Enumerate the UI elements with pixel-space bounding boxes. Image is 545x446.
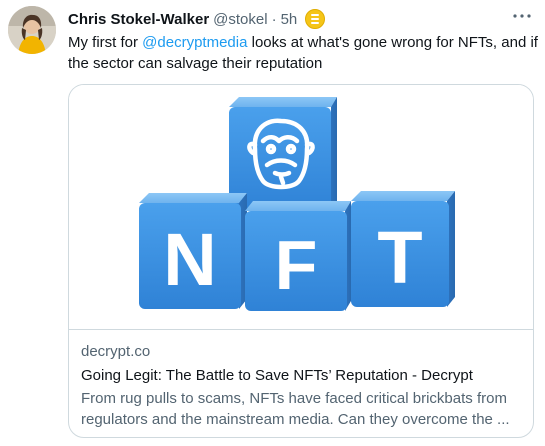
tweet-header: Chris Stokel-Walker @stokel · 5h	[68, 8, 326, 30]
card-domain: decrypt.co	[81, 343, 151, 360]
tweet[interactable]: Chris Stokel-Walker @stokel · 5h My firs…	[0, 0, 545, 446]
card-title[interactable]: Going Legit: The Battle to Save NFTs’ Re…	[81, 365, 525, 386]
cube-n: N	[139, 193, 247, 309]
cube-t: T	[351, 191, 455, 307]
cube-letter-t: T	[377, 216, 422, 299]
separator-dot: ·	[271, 10, 277, 28]
cube-f: F	[245, 201, 351, 311]
link-preview-card[interactable]: N F T decrypt.co Going Legit: The Battle…	[68, 84, 534, 438]
tweet-text: My first for @decryptmedia looks at what…	[68, 32, 538, 74]
tweet-timestamp[interactable]: 5h	[281, 11, 298, 28]
coin-badge-icon[interactable]	[305, 9, 326, 29]
more-options-icon[interactable]	[513, 6, 531, 24]
cube-letter-f: F	[275, 226, 318, 304]
avatar[interactable]	[8, 6, 56, 54]
mention-link[interactable]: @decryptmedia	[142, 34, 247, 51]
nft-cubes-image: N F T	[139, 97, 455, 311]
author-name[interactable]: Chris Stokel-Walker	[68, 11, 209, 28]
card-body[interactable]: decrypt.co Going Legit: The Battle to Sa…	[81, 341, 525, 430]
cube-letter-n: N	[163, 218, 216, 301]
avatar-image	[8, 6, 56, 54]
tweet-text-before: My first for	[68, 34, 143, 51]
author-handle[interactable]: @stokel	[213, 11, 267, 28]
card-description: From rug pulls to scams, NFTs have faced…	[81, 390, 510, 428]
card-image[interactable]: N F T	[69, 85, 533, 329]
card-divider	[69, 329, 533, 330]
